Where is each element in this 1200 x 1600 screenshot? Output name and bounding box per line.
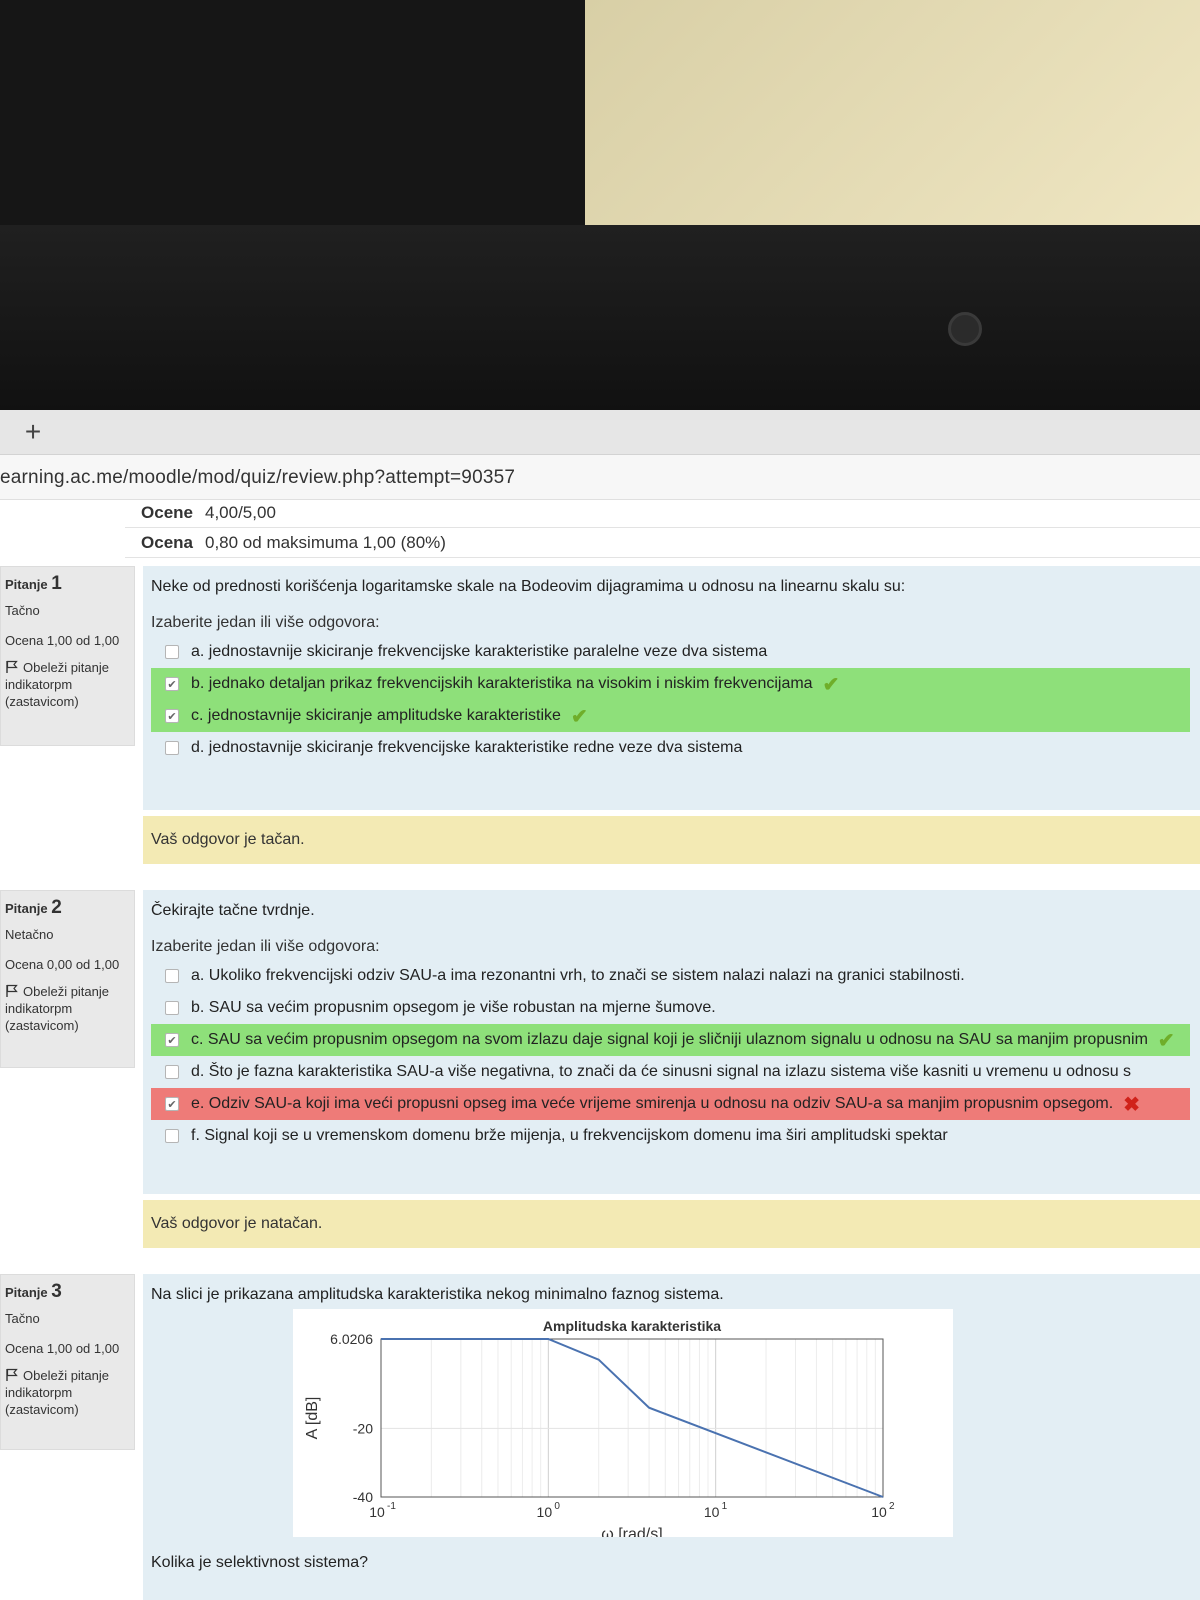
url-text[interactable]: earning.ac.me/moodle/mod/quiz/review.php…	[0, 467, 515, 488]
answer-text: c. jednostavnije skiciranje amplitudske …	[191, 707, 561, 724]
question-content-2: Čekirajte tačne tvrdnje. Izaberite jedan…	[143, 890, 1200, 1194]
plot-frame	[380, 1338, 884, 1498]
answer-prompt: Izaberite jedan ili više odgovora:	[151, 614, 380, 631]
answer-checkbox[interactable]	[165, 645, 179, 659]
question-content-3: Na slici je prikazana amplitudska karakt…	[143, 1274, 1200, 1600]
answer-text: b. SAU sa većim propusnim opsegom je viš…	[191, 999, 716, 1016]
answer-text: c. SAU sa većim propusnim opsegom na svo…	[191, 1031, 1148, 1048]
question-grade: Ocena 1,00 od 1,00	[5, 1341, 120, 1356]
feedback-2: Vaš odgovor je natačan.	[143, 1200, 1200, 1248]
question-text: Čekirajte tačne tvrdnje.	[151, 902, 315, 919]
summary-row-grade: Ocena 0,80 od maksimuma 1,00 (80%)	[125, 528, 1200, 558]
flag-icon	[6, 660, 18, 673]
summary-label: Ocene	[141, 502, 193, 522]
answer-option[interactable]: a. jednostavnije skiciranje frekvencijsk…	[151, 636, 1190, 668]
y-tick-label: 6.0206	[330, 1331, 373, 1347]
answer-text: f. Signal koji se u vremenskom domenu br…	[191, 1127, 948, 1144]
answer-option[interactable]: d. Što je fazna karakteristika SAU-a viš…	[151, 1056, 1190, 1088]
answer-checkbox[interactable]	[165, 1065, 179, 1079]
answer-list: a. jednostavnije skiciranje frekvencijsk…	[151, 636, 1190, 764]
x-tick-exponent: -1	[387, 1501, 396, 1512]
x-tick-exponent: 2	[889, 1501, 895, 1512]
question-state: Tačno	[5, 1311, 40, 1326]
question-info-1: Pitanje 1 Tačno Ocena 1,00 od 1,00 Obele…	[0, 566, 135, 746]
webcam	[948, 312, 982, 346]
answer-checkbox[interactable]	[165, 677, 179, 691]
answer-option[interactable]: e. Odziv SAU-a koji ima veći propusni op…	[151, 1088, 1190, 1120]
x-tick-label: 10	[537, 1504, 553, 1520]
question-grade: Ocena 1,00 od 1,00	[5, 633, 120, 648]
answer-option[interactable]: c. SAU sa većim propusnim opsegom na svo…	[151, 1024, 1190, 1056]
attempt-summary: Ocene 4,00/5,00 Ocena 0,80 od maksimuma …	[125, 498, 1200, 558]
x-tick-label: 10	[871, 1504, 887, 1520]
summary-row-marks: Ocene 4,00/5,00	[125, 498, 1200, 528]
correct-check-icon: ✔	[1157, 1029, 1175, 1052]
flag-question-link[interactable]: Obeleži pitanje indikatorpm (zastavicom)	[5, 659, 130, 710]
x-axis-label: ω [rad/s]	[601, 1526, 662, 1537]
answer-option[interactable]: f. Signal koji se u vremenskom domenu br…	[151, 1120, 1190, 1152]
address-bar[interactable]: earning.ac.me/moodle/mod/quiz/review.php…	[0, 455, 1200, 500]
correct-check-icon: ✔	[822, 673, 840, 696]
question-number: Pitanje 3	[5, 1281, 62, 1302]
summary-value: 4,00/5,00	[205, 502, 276, 522]
y-tick-label: -40	[353, 1489, 373, 1505]
x-tick-label: 10	[704, 1504, 720, 1520]
feedback-1: Vaš odgovor je tačan.	[143, 816, 1200, 864]
chart-title: Amplitudska karakteristika	[543, 1318, 721, 1334]
answer-option[interactable]: b. SAU sa većim propusnim opsegom je viš…	[151, 992, 1190, 1024]
answer-checkbox[interactable]	[165, 1097, 179, 1111]
tab-bar: +	[0, 410, 1200, 455]
browser-window: + earning.ac.me/moodle/mod/quiz/review.p…	[0, 410, 1200, 1600]
flag-question-link[interactable]: Obeleži pitanje indikatorpm (zastavicom)	[5, 1367, 130, 1418]
followup-question: Kolika je selektivnost sistema?	[151, 1554, 368, 1571]
answer-checkbox[interactable]	[165, 1001, 179, 1015]
incorrect-cross-icon: ✖	[1123, 1093, 1140, 1116]
answer-checkbox[interactable]	[165, 709, 179, 723]
x-tick-label: 10	[369, 1504, 385, 1520]
answer-checkbox[interactable]	[165, 741, 179, 755]
question-number: Pitanje 1	[5, 573, 62, 594]
chart-svg: Amplitudska karakteristika6.0206-20-4010…	[304, 1318, 895, 1543]
question-text: Na slici je prikazana amplitudska karakt…	[151, 1286, 724, 1303]
correct-check-icon: ✔	[570, 705, 588, 728]
answer-list: a. Ukoliko frekvencijski odziv SAU-a ima…	[151, 960, 1190, 1152]
y-tick-label: -20	[353, 1420, 373, 1436]
amplitude-chart: Amplitudska karakteristika 6.0206 -20 -40 10…	[293, 1309, 953, 1543]
new-tab-button[interactable]: +	[18, 416, 48, 448]
answer-checkbox[interactable]	[165, 1033, 179, 1047]
answer-option[interactable]: d. jednostavnije skiciranje frekvencijsk…	[151, 732, 1190, 764]
summary-label: Ocena	[141, 532, 193, 552]
answer-text: a. Ukoliko frekvencijski odziv SAU-a ima…	[191, 967, 965, 984]
flag-question-link[interactable]: Obeleži pitanje indikatorpm (zastavicom)	[5, 983, 130, 1034]
answer-option[interactable]: b. jednako detaljan prikaz frekvencijski…	[151, 668, 1190, 700]
question-text: Neke od prednosti korišćenja logaritamsk…	[151, 578, 906, 595]
wall-background	[585, 0, 1200, 225]
answer-prompt: Izaberite jedan ili više odgovora:	[151, 938, 380, 955]
question-grade: Ocena 0,00 od 1,00	[5, 957, 120, 972]
y-axis-label: A [dB]	[304, 1397, 321, 1440]
flag-icon	[6, 984, 18, 997]
quiz-review-page: Ocene 4,00/5,00 Ocena 0,80 od maksimuma …	[0, 500, 1200, 1600]
answer-text: e. Odziv SAU-a koji ima veći propusni op…	[191, 1095, 1114, 1112]
question-state: Netačno	[5, 927, 54, 942]
answer-option[interactable]: a. Ukoliko frekvencijski odziv SAU-a ima…	[151, 960, 1190, 992]
answer-text: b. jednako detaljan prikaz frekvencijski…	[191, 675, 813, 692]
summary-value: 0,80 od maksimuma 1,00 (80%)	[205, 532, 446, 552]
flag-icon	[6, 1368, 18, 1381]
answer-checkbox[interactable]	[165, 1129, 179, 1143]
question-state: Tačno	[5, 603, 40, 618]
x-tick-exponent: 0	[554, 1501, 560, 1512]
answer-text: a. jednostavnije skiciranje frekvencijsk…	[191, 643, 768, 660]
series-line	[381, 1338, 884, 1498]
answer-checkbox[interactable]	[165, 969, 179, 983]
question-number: Pitanje 2	[5, 897, 62, 918]
answer-text: d. jednostavnije skiciranje frekvencijsk…	[191, 739, 743, 756]
question-info-3: Pitanje 3 Tačno Ocena 1,00 od 1,00 Obele…	[0, 1274, 135, 1450]
question-info-2: Pitanje 2 Netačno Ocena 0,00 od 1,00 Obe…	[0, 890, 135, 1068]
monitor-bezel	[0, 225, 1200, 410]
question-content-1: Neke od prednosti korišćenja logaritamsk…	[143, 566, 1200, 810]
answer-option[interactable]: c. jednostavnije skiciranje amplitudske …	[151, 700, 1190, 732]
answer-text: d. Što je fazna karakteristika SAU-a viš…	[191, 1063, 1132, 1080]
x-tick-exponent: 1	[722, 1501, 728, 1512]
